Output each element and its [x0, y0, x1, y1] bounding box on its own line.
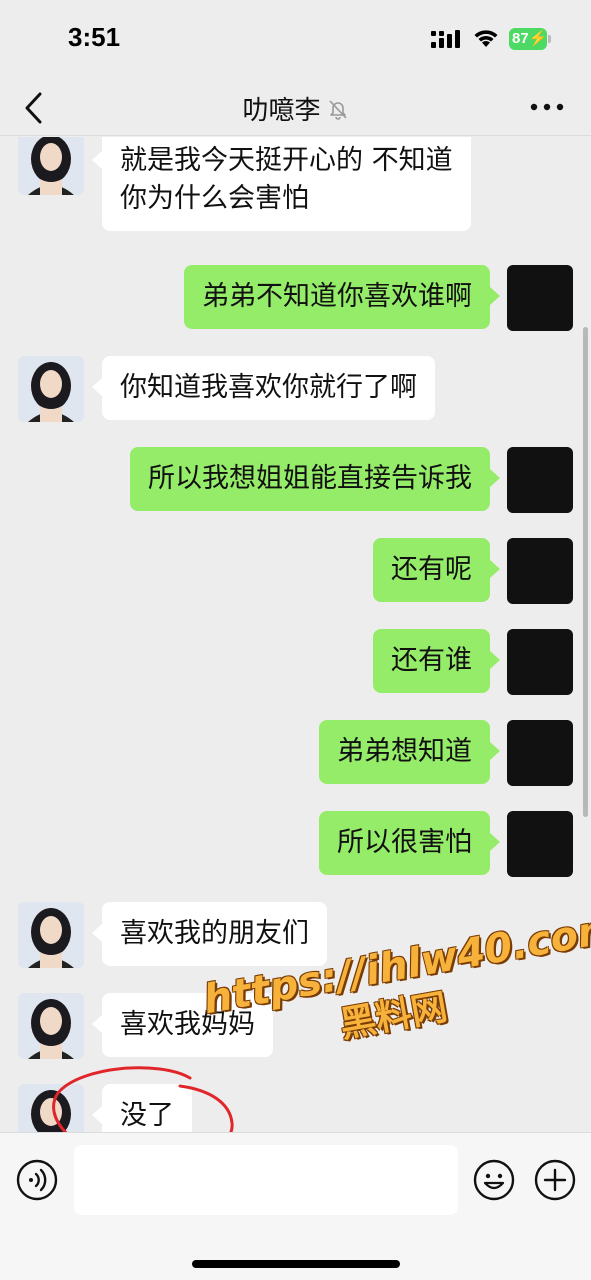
- contact-avatar[interactable]: [18, 1084, 84, 1132]
- contact-avatar[interactable]: [18, 993, 84, 1059]
- message-bubble[interactable]: 喜欢我妈妈: [92, 993, 273, 1057]
- home-indicator[interactable]: [192, 1260, 400, 1268]
- message-bubble[interactable]: 所以我想姐姐能直接告诉我: [130, 447, 500, 511]
- contact-avatar[interactable]: [18, 137, 84, 195]
- wifi-icon: [474, 30, 498, 47]
- battery-nub: [548, 35, 551, 43]
- voice-icon[interactable]: [16, 1159, 58, 1201]
- battery-indicator: 87⚡: [509, 28, 547, 50]
- my-avatar[interactable]: [507, 720, 573, 786]
- my-avatar[interactable]: [507, 538, 573, 604]
- chat-title: 叻噫李: [242, 96, 321, 126]
- signal-icon: [431, 30, 460, 48]
- message-bubble[interactable]: 还有呢: [373, 538, 500, 602]
- message-bubble[interactable]: 弟弟不知道你喜欢谁啊: [184, 265, 500, 329]
- input-bar: [0, 1132, 591, 1280]
- my-avatar[interactable]: [507, 629, 573, 695]
- plus-icon[interactable]: [534, 1159, 576, 1201]
- scrollbar[interactable]: [583, 327, 588, 817]
- ellipsis-icon[interactable]: [530, 102, 564, 112]
- my-avatar[interactable]: [507, 447, 573, 513]
- chat-title-container: 叻噫李: [0, 90, 591, 127]
- message-bubble[interactable]: 弟弟想知道: [319, 720, 500, 784]
- nav-bar: 叻噫李: [0, 80, 591, 136]
- battery-level: 87: [512, 30, 529, 47]
- message-bubble[interactable]: 没了: [92, 1084, 192, 1132]
- status-bar: 3:51 87⚡: [0, 0, 591, 80]
- message-input[interactable]: [74, 1145, 458, 1215]
- message-bubble[interactable]: 还有谁: [373, 629, 500, 693]
- message-bubble[interactable]: 喜欢我的朋友们: [92, 902, 327, 966]
- charging-icon: ⚡: [528, 30, 548, 47]
- contact-avatar[interactable]: [18, 356, 84, 422]
- message-bubble[interactable]: 就是我今天挺开心的 不知道 你为什么会害怕: [92, 137, 471, 231]
- my-avatar[interactable]: [507, 811, 573, 877]
- bell-slash-icon: [328, 99, 347, 120]
- emoji-icon[interactable]: [473, 1159, 515, 1201]
- status-time: 3:51: [68, 22, 121, 52]
- message-bubble[interactable]: 所以很害怕: [319, 811, 500, 875]
- my-avatar[interactable]: [507, 265, 573, 331]
- chat-message-list[interactable]: 就是我今天挺开心的 不知道 你为什么会害怕 弟弟不知道你喜欢谁啊 你知道我喜欢你…: [0, 137, 591, 1132]
- contact-avatar[interactable]: [18, 902, 84, 968]
- message-bubble[interactable]: 你知道我喜欢你就行了啊: [92, 356, 435, 420]
